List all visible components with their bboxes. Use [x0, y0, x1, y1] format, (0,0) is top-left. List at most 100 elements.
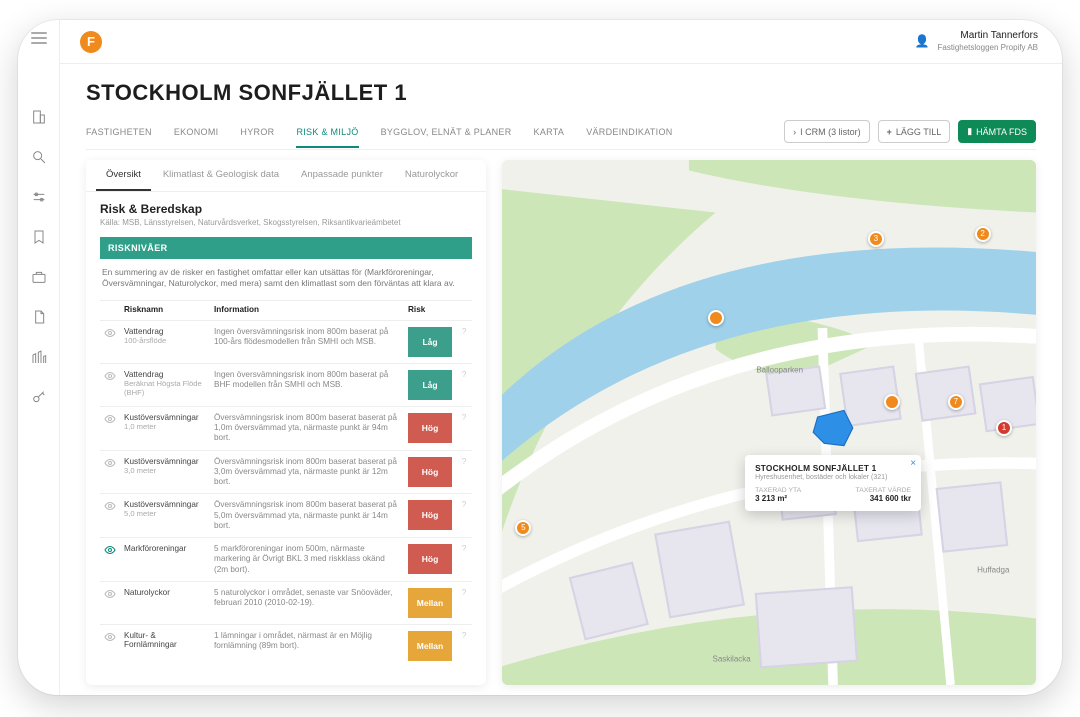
visibility-toggle-icon[interactable] [100, 320, 120, 363]
risk-info: Översvämningsrisk inom 800m baserat base… [210, 494, 404, 538]
risk-info: 5 naturolyckor i området, senaste var Sn… [210, 581, 404, 624]
subtab--versikt[interactable]: Översikt [96, 160, 151, 191]
map-pin[interactable]: 7 [948, 394, 964, 410]
hamburger-icon[interactable] [31, 32, 47, 44]
col-riskname: Risknamn [120, 300, 210, 320]
table-row: Kustöversvämningar5,0 meterÖversvämnings… [100, 494, 472, 538]
user-name: Martin Tannerfors [937, 30, 1038, 43]
tab-risk-milj-[interactable]: RISK & MILJÖ [296, 121, 358, 148]
risk-level: Mellan [404, 581, 456, 624]
subtab-klimatlast-geologisk-data[interactable]: Klimatlast & Geologisk data [153, 160, 289, 191]
map-pin[interactable] [884, 394, 900, 410]
popup-subtitle: Hyreshusenhet, bostäder och lokaler (321… [755, 474, 911, 481]
close-icon[interactable]: × [910, 458, 916, 469]
help-icon[interactable]: ? [456, 494, 472, 538]
topbar: F 👤 Martin Tannerfors Fastighetsloggen P… [60, 20, 1062, 64]
tab-karta[interactable]: KARTA [534, 121, 565, 148]
device-frame: F 👤 Martin Tannerfors Fastighetsloggen P… [18, 20, 1062, 695]
table-row: Markföroreningar5 markföroreningar inom … [100, 538, 472, 582]
map-pin[interactable]: 3 [868, 231, 884, 247]
risk-card-body: Risk & Beredskap Källa: MSB, Länsstyrels… [86, 192, 486, 681]
help-icon[interactable]: ? [456, 581, 472, 624]
subtab-anpassade-punkter[interactable]: Anpassade punkter [291, 160, 393, 191]
visibility-toggle-icon[interactable] [100, 406, 120, 450]
visibility-toggle-icon[interactable] [100, 494, 120, 538]
user-company: Fastighetsloggen Propify AB [937, 43, 1038, 53]
risk-info: Översvämningsrisk inom 800m baserat base… [210, 450, 404, 494]
risk-level: Hög [404, 538, 456, 582]
visibility-toggle-icon[interactable] [100, 450, 120, 494]
col-information: Information [210, 300, 404, 320]
map-pin[interactable]: 5 [515, 520, 531, 536]
popup-value-value: 341 600 tkr [856, 494, 912, 503]
left-rail [18, 20, 60, 695]
visibility-toggle-icon[interactable] [100, 624, 120, 667]
risk-table: Risknamn Information Risk Vattendrag100-… [100, 300, 472, 667]
map-popup: × STOCKHOLM SONFJÄLLET 1 Hyreshusenhet, … [745, 455, 921, 511]
building-icon[interactable] [29, 107, 49, 127]
briefcase-icon[interactable] [29, 267, 49, 287]
risk-name: Kultur- & Fornlämningar [120, 624, 210, 667]
visibility-toggle-icon[interactable] [100, 363, 120, 406]
risk-name: Naturolyckor [120, 581, 210, 624]
tab-fastigheten[interactable]: FASTIGHETEN [86, 121, 152, 148]
help-icon[interactable]: ? [456, 406, 472, 450]
visibility-toggle-icon[interactable] [100, 581, 120, 624]
risk-levels-banner: RISKNIVÅER [100, 237, 472, 259]
map-pin[interactable]: 1 [996, 420, 1012, 436]
risk-level: Hög [404, 494, 456, 538]
popup-area-label: TAXERAD YTA [755, 487, 801, 494]
table-row: Vattendrag100-årsflödeIngen översvämning… [100, 320, 472, 363]
tab-v-rdeindikation[interactable]: VÄRDEINDIKATION [586, 121, 672, 148]
map-pin[interactable]: 2 [975, 226, 991, 242]
add-button[interactable]: +LÄGG TILL [878, 120, 951, 143]
crm-button[interactable]: ›I CRM (3 listor) [784, 120, 870, 143]
risk-info: Ingen översvämningsrisk inom 800m basera… [210, 320, 404, 363]
map-panel[interactable]: Ballooparken Huffadga Saskilacka 32715 ×… [502, 160, 1036, 685]
table-row: Kustöversvämningar3,0 meterÖversvämnings… [100, 450, 472, 494]
table-row: Naturolyckor5 naturolyckor i området, se… [100, 581, 472, 624]
sub-tabs: ÖversiktKlimatlast & Geologisk dataAnpas… [86, 160, 486, 192]
bookmark-icon[interactable] [29, 227, 49, 247]
risk-name: Kustöversvämningar3,0 meter [120, 450, 210, 494]
document-icon[interactable] [29, 307, 49, 327]
help-icon[interactable]: ? [456, 363, 472, 406]
key-icon[interactable] [29, 387, 49, 407]
visibility-toggle-icon[interactable] [100, 538, 120, 582]
subtab-naturolyckor[interactable]: Naturolyckor [395, 160, 468, 191]
help-icon[interactable]: ? [456, 320, 472, 363]
help-icon[interactable]: ? [456, 538, 472, 582]
section-subtitle: Källa: MSB, Länsstyrelsen, Naturvårdsver… [100, 218, 472, 227]
tab-bygglov-eln-t-planer[interactable]: BYGGLOV, ELNÄT & PLANER [381, 121, 512, 148]
tab-hyror[interactable]: HYROR [240, 121, 274, 148]
user-icon: 👤 [915, 34, 930, 49]
table-row: Kustöversvämningar1,0 meterÖversvämnings… [100, 406, 472, 450]
risk-level: Hög [404, 406, 456, 450]
search-icon[interactable] [29, 147, 49, 167]
risk-card: ÖversiktKlimatlast & Geologisk dataAnpas… [86, 160, 486, 685]
tab-ekonomi[interactable]: EKONOMI [174, 121, 219, 148]
risk-info: 1 lämningar i området, närmast är en Möj… [210, 624, 404, 667]
table-row: Kultur- & Fornlämningar1 lämningar i omr… [100, 624, 472, 667]
risk-name: Vattendrag100-årsflöde [120, 320, 210, 363]
main-area: F 👤 Martin Tannerfors Fastighetsloggen P… [60, 20, 1062, 695]
risk-level: Mellan [404, 624, 456, 667]
risk-name: Kustöversvämningar5,0 meter [120, 494, 210, 538]
user-menu[interactable]: 👤 Martin Tannerfors Fastighetsloggen Pro… [915, 30, 1038, 53]
risk-level: Hög [404, 450, 456, 494]
city-icon[interactable] [29, 347, 49, 367]
risk-info: 5 markföroreningar inom 500m, närmaste m… [210, 538, 404, 582]
sliders-icon[interactable] [29, 187, 49, 207]
help-icon[interactable]: ? [456, 624, 472, 667]
help-icon[interactable]: ? [456, 450, 472, 494]
page-title: STOCKHOLM SONFJÄLLET 1 [86, 80, 1036, 106]
table-row: VattendragBeräknat Högsta Flöde (BHF)Ing… [100, 363, 472, 406]
tabs-row: FASTIGHETEN EKONOMI HYROR RISK & MILJÖ BYGGL… [86, 120, 1036, 150]
risk-level: Låg [404, 320, 456, 363]
download-fds-button[interactable]: ▮HÄMTA FDS [958, 120, 1036, 143]
map-pin[interactable] [708, 310, 724, 326]
blocks-row: ÖversiktKlimatlast & Geologisk dataAnpas… [86, 160, 1036, 695]
file-icon: ▮ [967, 126, 972, 137]
brand-logo[interactable]: F [80, 31, 102, 53]
risk-info: Ingen översvämningsrisk inom 800m basera… [210, 363, 404, 406]
